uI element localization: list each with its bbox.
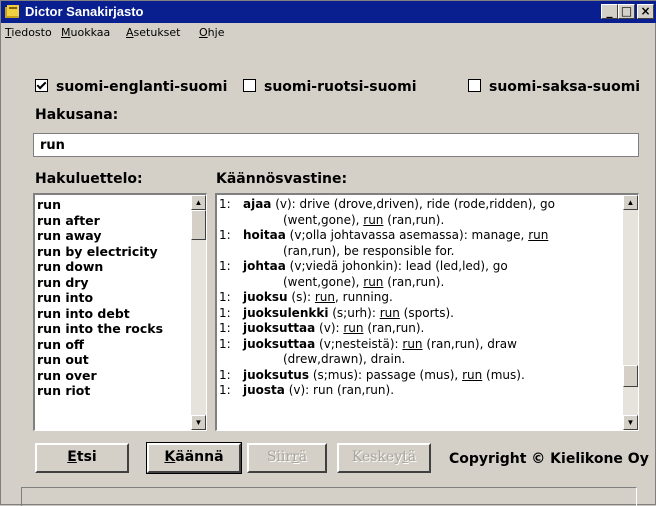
- menu-ohje[interactable]: Ohje: [199, 26, 224, 39]
- checkbox-checked-icon: [35, 79, 48, 92]
- scroll-up-button[interactable]: ▲: [191, 195, 206, 210]
- list-item[interactable]: run after: [35, 213, 206, 229]
- checkbox-icon: [243, 79, 256, 92]
- translation-line[interactable]: (ran,run), be responsible for.: [217, 244, 638, 260]
- translation-scrollbar[interactable]: ▲ ▼: [623, 195, 638, 430]
- menu-asetukset[interactable]: Asetukset: [126, 26, 181, 39]
- translation-line[interactable]: 1: juoksulenkki (s;urh): run (sports).: [217, 306, 638, 322]
- scroll-down-button[interactable]: ▼: [191, 415, 206, 430]
- arrow-up-icon: ▲: [626, 198, 635, 207]
- maximize-icon: □: [620, 4, 633, 18]
- list-item[interactable]: run: [35, 197, 206, 213]
- search-label: Hakusana:: [35, 107, 119, 123]
- translation-line[interactable]: 1: juoksutus (s;mus): passage (mus), run …: [217, 368, 638, 384]
- window-title: Dictor Sanakirjasto: [25, 4, 144, 19]
- maximize-button[interactable]: □: [618, 4, 635, 19]
- translation-line[interactable]: 1: juoksuttaa (v): run (ran,run).: [217, 321, 638, 337]
- search-button[interactable]: Etsi: [35, 443, 129, 473]
- translate-button[interactable]: Käännä: [146, 442, 242, 474]
- title-bar[interactable]: Dictor Sanakirjasto _ □ ×: [1, 1, 656, 23]
- menu-tiedosto[interactable]: Tiedosto: [5, 26, 52, 39]
- minimize-button[interactable]: _: [601, 4, 618, 19]
- minimize-icon: _: [606, 4, 613, 18]
- close-button[interactable]: ×: [637, 4, 654, 19]
- list-item[interactable]: run down: [35, 259, 206, 275]
- arrow-down-icon: ▼: [194, 418, 203, 427]
- arrow-down-icon: ▼: [626, 418, 635, 427]
- arrow-up-icon: ▲: [194, 198, 203, 207]
- list-item[interactable]: run away: [35, 228, 206, 244]
- menu-bar: Tiedosto Muokkaa Asetukset Ohje: [1, 23, 656, 43]
- menu-muokkaa[interactable]: Muokkaa: [61, 26, 110, 39]
- list-item[interactable]: run into debt: [35, 306, 206, 322]
- list-item[interactable]: run over: [35, 368, 206, 384]
- translation-line[interactable]: 1: juoksu (s): run, running.: [217, 290, 638, 306]
- close-icon: ×: [640, 4, 651, 18]
- scroll-thumb[interactable]: [191, 210, 206, 240]
- lang-fi-en-checkbox[interactable]: suomi-englanti-suomi: [35, 79, 227, 95]
- list-item[interactable]: run into the rocks: [35, 321, 206, 337]
- move-button[interactable]: Siirrä: [247, 443, 327, 473]
- list-item[interactable]: run by electricity: [35, 244, 206, 260]
- scroll-thumb[interactable]: [623, 365, 638, 387]
- status-bar: [21, 487, 637, 506]
- list-item[interactable]: run dry: [35, 275, 206, 291]
- translation-line[interactable]: 1: hoitaa (v;olla johtavassa asemassa): m…: [217, 228, 638, 244]
- abort-button[interactable]: Keskeytä: [337, 443, 431, 473]
- lang-fi-sv-checkbox[interactable]: suomi-ruotsi-suomi: [243, 79, 417, 95]
- app-icon: [5, 5, 19, 18]
- list-item[interactable]: run into: [35, 290, 206, 306]
- translation-line[interactable]: 1: juosta (v): run (ran,run).: [217, 383, 638, 399]
- copyright-text: Copyright © Kielikone Oy: [449, 451, 649, 467]
- translation-list[interactable]: 1: ajaa (v): drive (drove,driven), ride (…: [215, 193, 639, 431]
- lang-fi-de-checkbox[interactable]: suomi-saksa-suomi: [468, 79, 640, 95]
- word-list-label: Hakuluettelo:: [35, 171, 143, 187]
- translation-line[interactable]: 1: ajaa (v): drive (drove,driven), ride (…: [217, 197, 638, 213]
- list-item[interactable]: run riot: [35, 383, 206, 399]
- list-item[interactable]: run off: [35, 337, 206, 353]
- translation-label: Käännösvastine:: [216, 171, 348, 187]
- translation-line[interactable]: 1: juoksuttaa (v;nesteistä): run (ran,run…: [217, 337, 638, 353]
- translation-line[interactable]: (drew,drawn), drain.: [217, 352, 638, 368]
- list-item[interactable]: run out: [35, 352, 206, 368]
- search-input[interactable]: run: [33, 133, 639, 157]
- app-window: Dictor Sanakirjasto _ □ × Tiedosto Muokk…: [0, 0, 656, 506]
- translation-line[interactable]: 1: johtaa (v;viedä johonkin): lead (led,l…: [217, 259, 638, 275]
- translation-line[interactable]: (went,gone), run (ran,run).: [217, 213, 638, 229]
- scroll-down-button[interactable]: ▼: [623, 415, 638, 430]
- translation-line[interactable]: (went,gone), run (ran,run).: [217, 275, 638, 291]
- scroll-up-button[interactable]: ▲: [623, 195, 638, 210]
- word-list[interactable]: run run after run away run by electricity ru…: [33, 193, 207, 431]
- word-list-scrollbar[interactable]: ▲ ▼: [191, 195, 206, 430]
- checkbox-icon: [468, 79, 481, 92]
